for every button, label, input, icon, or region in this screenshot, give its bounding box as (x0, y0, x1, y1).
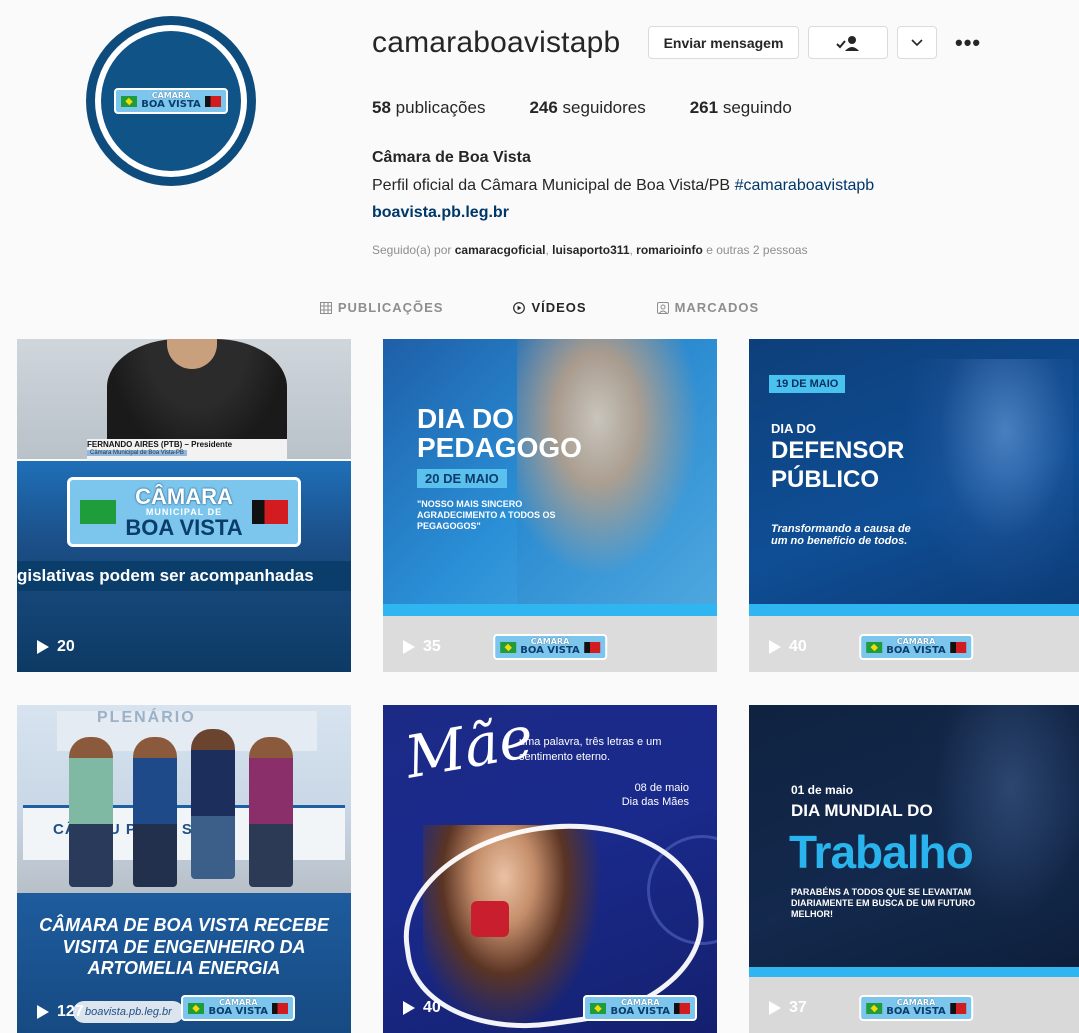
view-count: 37 (769, 999, 807, 1017)
tile-title: DEFENSOR PÚBLICO (771, 437, 905, 493)
tile-date: 19 DE MAIO (769, 375, 846, 393)
suggestions-dropdown-button[interactable] (897, 26, 937, 59)
camara-logo: CÂMARA BOA VISTA (859, 995, 973, 1021)
speaker-subcaption: Câmara Municipal de Boa Vista-PB (87, 450, 187, 456)
view-count: 20 (37, 638, 75, 656)
paraiba-flag-icon (949, 1002, 966, 1014)
profile-bio: Perfil oficial da Câmara Municipal de Bo… (372, 177, 875, 194)
person-figure (133, 737, 177, 887)
more-options-button[interactable]: ••• (955, 30, 981, 56)
follower-link[interactable]: luisaporto311 (552, 243, 629, 257)
profile-avatar[interactable]: CÂMARA BOA VISTA (86, 16, 256, 186)
camara-logo: CÂMARA BOA VISTA (114, 88, 228, 114)
bio-hashtag-link[interactable]: #camaraboavistapb (735, 177, 875, 194)
followers-stat[interactable]: 246 seguidores (529, 98, 645, 118)
play-icon (37, 640, 49, 654)
camara-logo: CÂMARA MUNICIPAL DE BOA VISTA (67, 477, 301, 547)
tile-subtitle: uma palavra, três letras e um sentimento… (519, 736, 662, 764)
video-tile[interactable]: PLENÁRIO CÂM MU PA BO STA CÂMARA DE BOA … (17, 705, 351, 1033)
news-ticker: gislativas podem ser acompanhadas (17, 561, 351, 591)
play-icon (37, 1005, 49, 1019)
ellipsis-icon: ••• (955, 30, 982, 55)
paraiba-flag-icon (674, 1002, 690, 1014)
play-icon (403, 640, 415, 654)
camara-logo: CÂMARA BOA VISTA (859, 634, 973, 660)
video-tile[interactable]: DIA DO PEDAGOGO 20 DE MAIO "NOSSO MAIS S… (383, 339, 717, 672)
play-icon (769, 640, 781, 654)
tile-date: 08 de maio Dia das Mães (621, 782, 689, 809)
following-stat[interactable]: 261 seguindo (690, 98, 792, 118)
brazil-flag-icon (866, 1002, 883, 1014)
send-message-button[interactable]: Enviar mensagem (648, 26, 799, 59)
tile-date: 20 DE MAIO (417, 469, 507, 488)
view-count: 40 (403, 999, 441, 1017)
paraiba-flag-icon (272, 1002, 288, 1014)
tile-date: 01 de maio (791, 783, 854, 797)
brazil-flag-icon (866, 641, 883, 653)
tab-publicacoes[interactable]: PUBLICAÇÕES (319, 300, 444, 315)
paraiba-flag-icon (583, 641, 600, 653)
person-figure (191, 729, 235, 879)
profile-full-name: Câmara de Boa Vista (372, 149, 531, 166)
profile-page: CÂMARA BOA VISTA camaraboavistapb Enviar… (0, 0, 1079, 1033)
justice-statue-image (903, 359, 1073, 599)
profile-stats: 58 publicações 246 seguidores 261 seguin… (372, 98, 792, 118)
speaker-caption: FERNANDO AIRES (PTB) – Presidente (87, 440, 233, 449)
mother-child-photo (517, 339, 717, 604)
followed-by: Seguido(a) por camaracgoficial, luisapor… (372, 243, 808, 257)
tab-videos[interactable]: VÍDEOS (513, 300, 586, 315)
paraiba-flag-icon (204, 95, 221, 107)
play-icon (403, 1001, 415, 1015)
brazil-flag-icon (590, 1002, 607, 1014)
brazil-flag-icon (80, 500, 116, 524)
camara-logo: CÂMARA BOA VISTA (493, 634, 607, 660)
tile-headline: CÂMARA DE BOA VISTA RECEBE VISITA DE ENG… (39, 915, 329, 979)
tile-title: Trabalho (789, 826, 974, 878)
tile-message: PARABÉNS A TODOS QUE SE LEVANTAM DIARIAM… (791, 887, 976, 919)
brazil-flag-icon (500, 641, 517, 653)
video-tile[interactable]: FERNANDO AIRES (PTB) – Presidente Câmara… (17, 339, 351, 672)
camara-logo: CÂMARA BOA VISTA (181, 995, 295, 1021)
tile-url: boavista.pb.leg.br (73, 1001, 184, 1023)
profile-website-link[interactable]: boavista.pb.leg.br (372, 204, 509, 222)
video-tile[interactable]: 19 DE MAIO DIA DO DEFENSOR PÚBLICO Trans… (749, 339, 1079, 672)
view-count: 127 (37, 1003, 84, 1021)
play-circle-icon (513, 301, 526, 314)
person-figure (69, 737, 113, 887)
view-count: 35 (403, 638, 441, 656)
following-button[interactable] (808, 26, 888, 59)
tile-subtitle: Transformando a causa de um no benefício… (771, 523, 911, 548)
chevron-down-icon (911, 38, 923, 46)
tagged-icon (656, 301, 669, 314)
brazil-flag-icon (188, 1002, 205, 1014)
check-person-icon (836, 35, 859, 51)
follower-link[interactable]: romarioinfo (636, 243, 703, 257)
posts-stat: 58 publicações (372, 98, 486, 117)
paraiba-flag-icon (949, 641, 966, 653)
person-figure (249, 737, 293, 887)
tab-marcados[interactable]: MARCADOS (656, 300, 760, 315)
tile-quote: "NOSSO MAIS SINCERO AGRADECIMENTO A TODO… (417, 499, 556, 531)
brazil-flag-icon (121, 95, 138, 107)
follower-link[interactable]: camaracgoficial (455, 243, 546, 257)
camara-logo: CÂMARA BOA VISTA (583, 995, 697, 1021)
paraiba-flag-icon (252, 500, 288, 524)
view-count: 40 (769, 638, 807, 656)
play-icon (769, 1001, 781, 1015)
video-tile[interactable]: Mãe uma palavra, três letras e um sentim… (383, 705, 717, 1033)
tile-title: DIA DO PEDAGOGO (417, 403, 582, 464)
grid-icon (319, 301, 332, 314)
video-tile[interactable]: 01 de maio DIA MUNDIAL DO Trabalho PARAB… (749, 705, 1079, 1033)
profile-username: camaraboavistapb (372, 26, 621, 59)
profile-tabs: PUBLICAÇÕES VÍDEOS MARCADOS (0, 300, 1079, 315)
